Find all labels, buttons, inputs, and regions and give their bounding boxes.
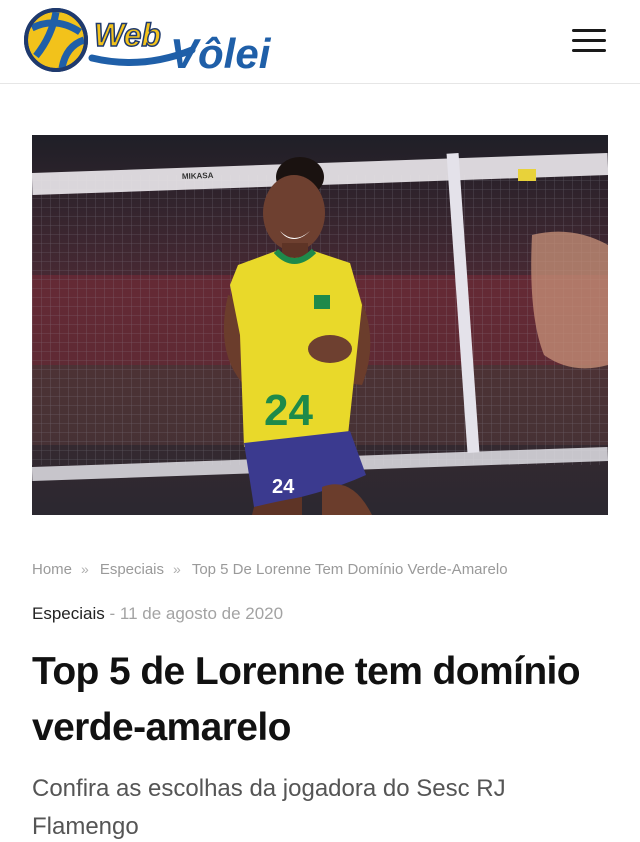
menu-bar: [572, 39, 606, 42]
menu-bar: [572, 29, 606, 32]
article-subtitle: Confira as escolhas da jogadora do Sesc …: [32, 775, 506, 840]
site-header: Web Vôlei: [0, 0, 640, 84]
article-meta: Especiais - 11 de agosto de 2020: [32, 604, 283, 626]
logo-text-web: Web: [94, 17, 161, 53]
menu-bar: [572, 49, 606, 52]
breadcrumb-home[interactable]: Home: [32, 561, 72, 578]
net-brand-label: MIKASA: [182, 171, 214, 181]
logo-text-volei: Vôlei: [170, 30, 272, 76]
breadcrumb-especiais[interactable]: Especiais: [100, 561, 164, 578]
shorts-number: 24: [272, 476, 295, 498]
jersey-number: 24: [264, 386, 313, 435]
category-link[interactable]: Especiais: [32, 604, 105, 623]
article-title: Top 5 de Lorenne tem domínio verde-amare…: [32, 650, 581, 749]
publish-date: 11 de agosto de 2020: [119, 604, 284, 623]
article-hero-image[interactable]: MIKASA 24 24: [32, 135, 608, 515]
net-antenna-marker: [518, 169, 536, 181]
breadcrumb: Home » Especiais » Top 5 De Lorenne Tem Domí…: [32, 561, 608, 581]
breadcrumb-separator: »: [173, 561, 181, 577]
hamburger-menu-icon[interactable]: [570, 26, 608, 56]
breadcrumb-current: Top 5 De Lorenne Tem Domínio Verde-Amare…: [191, 561, 508, 578]
site-logo[interactable]: Web Vôlei: [22, 6, 292, 76]
volleyball-icon: [24, 8, 88, 72]
breadcrumb-separator: »: [81, 561, 89, 577]
meta-separator: -: [104, 604, 120, 623]
jersey-flag-badge: [314, 295, 330, 309]
hero-photo: MIKASA 24 24: [32, 135, 608, 515]
